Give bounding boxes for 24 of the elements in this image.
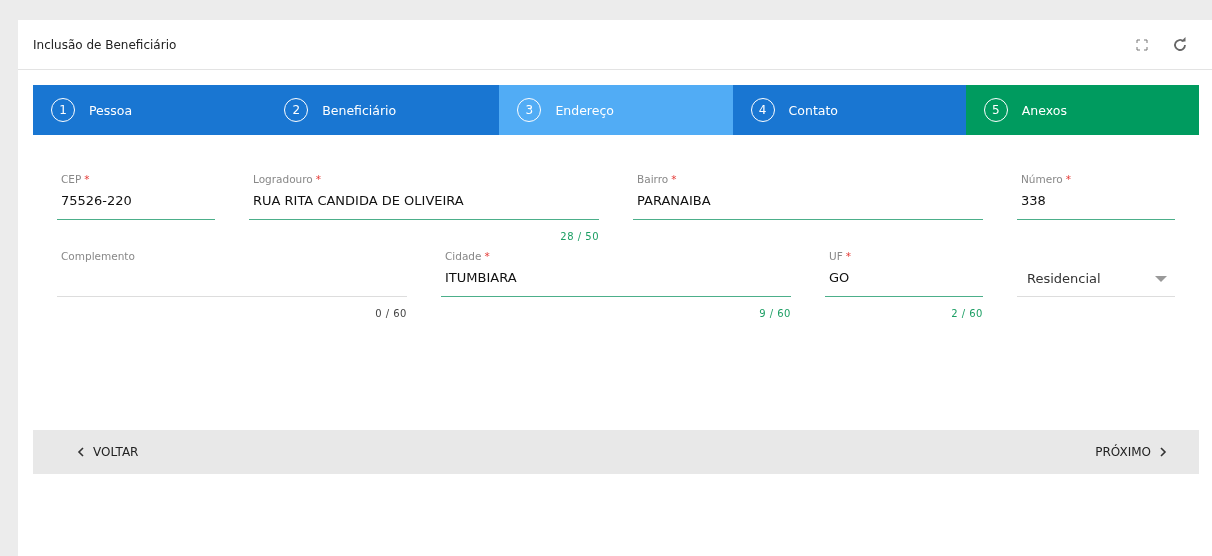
input-field[interactable]: Complemento bbox=[57, 246, 407, 297]
dropdown-field[interactable]: Residencial bbox=[1017, 246, 1175, 297]
wizard-step[interactable]: 4 Contato bbox=[732, 85, 966, 135]
chevron-left-icon bbox=[77, 447, 85, 457]
input-field[interactable]: Número * 338 bbox=[1017, 169, 1175, 220]
character-counter: 0 / 60 bbox=[375, 308, 407, 319]
wizard-step[interactable]: 1 Pessoa bbox=[33, 85, 267, 135]
input-field[interactable]: Bairro * PARANAIBA bbox=[633, 169, 983, 220]
input-field[interactable]: CEP * 75526-220 bbox=[57, 169, 215, 220]
card-title: Inclusão de Beneficiário bbox=[33, 37, 177, 52]
character-counter: 2 / 60 bbox=[951, 308, 983, 319]
input-field[interactable]: UF * GO bbox=[825, 246, 983, 297]
input-field[interactable]: Cidade * ITUMBIARA bbox=[441, 246, 791, 297]
refresh-icon[interactable] bbox=[1172, 36, 1188, 53]
input-field[interactable]: Logradouro * RUA RITA CANDIDA DE OLIVEIRA bbox=[249, 169, 599, 220]
fullscreen-icon[interactable] bbox=[1136, 38, 1148, 51]
chevron-right-icon bbox=[1159, 447, 1167, 457]
wizard-step[interactable]: 2 Beneficiário bbox=[266, 85, 500, 135]
back-button[interactable]: VOLTAR bbox=[73, 439, 143, 465]
dropdown-arrow-icon bbox=[1155, 276, 1167, 282]
character-counter: 9 / 60 bbox=[759, 308, 791, 319]
next-button[interactable]: PRÓXIMO bbox=[1091, 439, 1171, 465]
wizard-step[interactable]: 5 Anexos bbox=[965, 85, 1199, 135]
character-counter: 28 / 50 bbox=[560, 231, 599, 242]
